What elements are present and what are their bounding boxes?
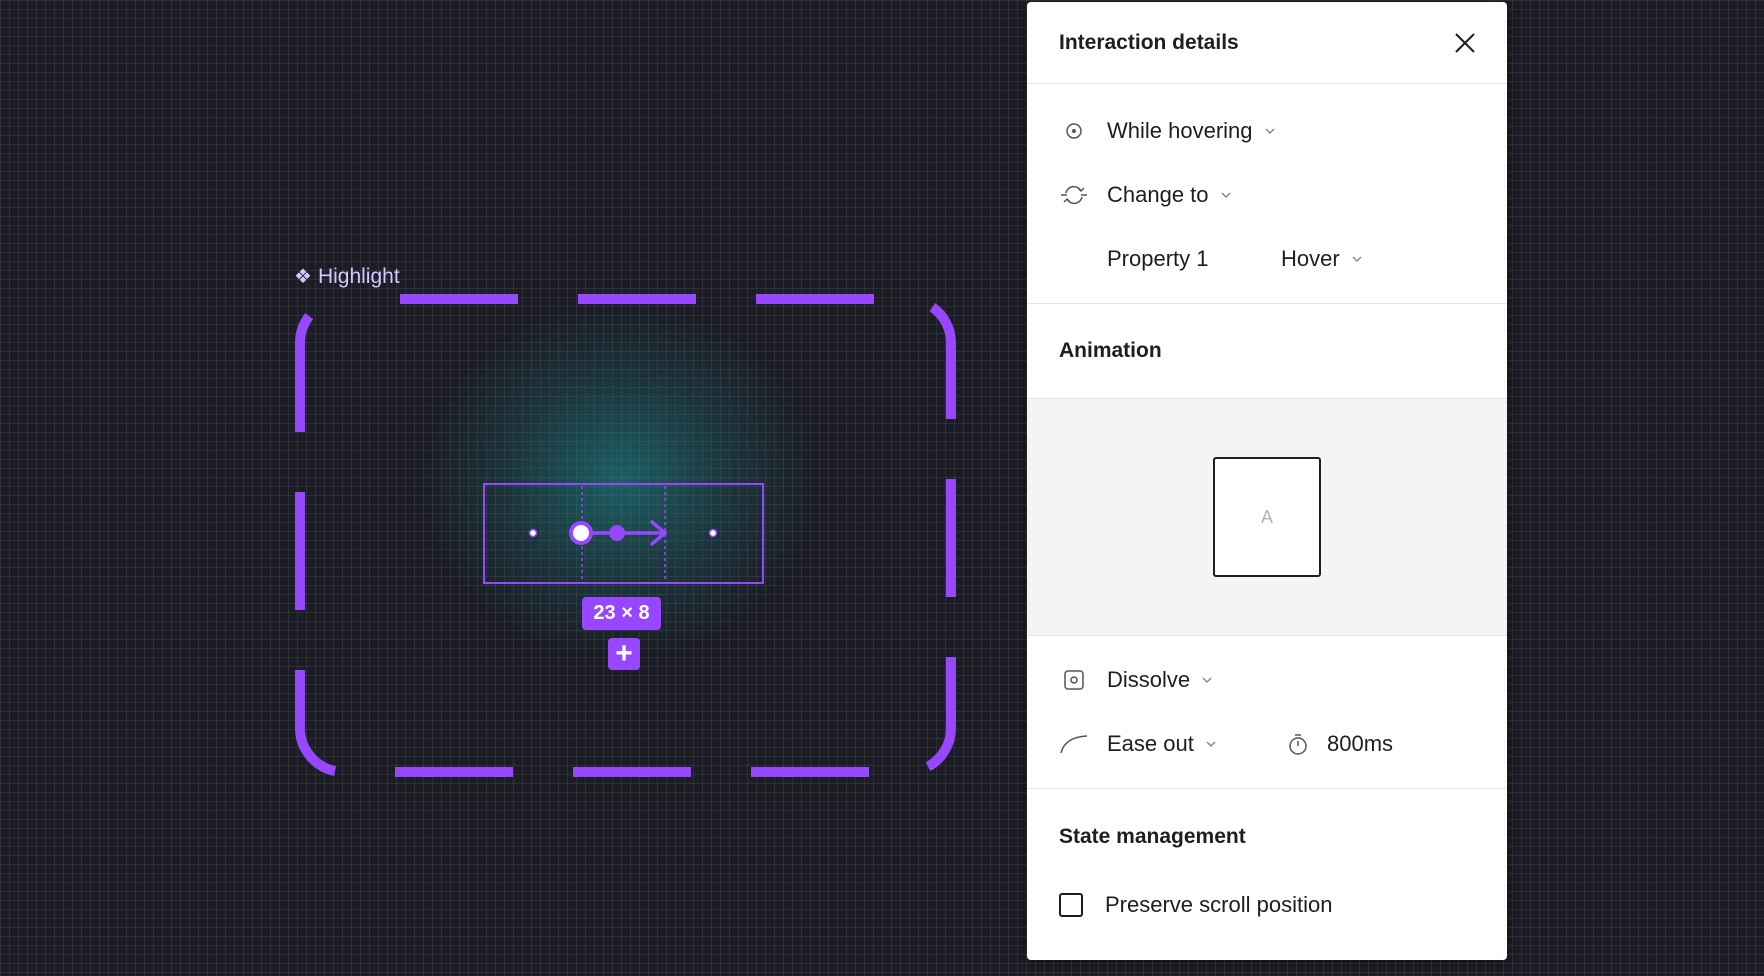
animation-type-label: Dissolve [1107, 667, 1191, 692]
property-value-dropdown[interactable]: Hover [1281, 246, 1364, 272]
interaction-details-panel: Interaction details While hovering Chang… [1027, 2, 1507, 960]
animation-section: Animation A Dissolve Ease out 800ms [1027, 304, 1507, 789]
property-row: Property 1 Hover [1027, 227, 1507, 291]
preserve-scroll-row[interactable]: Preserve scroll position [1027, 881, 1507, 929]
trigger-action-section: While hovering Change to Property 1 Hove… [1027, 84, 1507, 304]
easing-dropdown[interactable]: Ease out [1059, 729, 1283, 759]
add-interaction-button[interactable]: + [608, 638, 640, 670]
chevron-down-icon [1219, 188, 1233, 202]
animation-settings: Dissolve Ease out 800ms [1027, 636, 1507, 789]
trigger-label: While hovering [1107, 118, 1253, 143]
plus-icon: + [615, 637, 633, 670]
chevron-down-icon [1200, 673, 1214, 687]
timer-icon [1283, 729, 1313, 759]
hover-target-icon [1059, 116, 1089, 146]
panel-header: Interaction details [1027, 2, 1507, 84]
preview-label: A [1260, 506, 1273, 527]
preserve-scroll-label: Preserve scroll position [1105, 892, 1333, 917]
close-icon[interactable] [1451, 29, 1479, 57]
duration-value: 800ms [1327, 731, 1394, 756]
dissolve-icon [1059, 665, 1089, 695]
state-management-title: State management [1059, 825, 1246, 848]
chevron-down-icon [1263, 124, 1277, 138]
preserve-scroll-checkbox[interactable] [1059, 893, 1083, 917]
action-label: Change to [1107, 182, 1209, 207]
property-name: Property 1 [1107, 246, 1209, 271]
animation-type-dropdown[interactable]: Dissolve [1027, 648, 1507, 712]
chevron-down-icon [1204, 737, 1218, 751]
ease-curve-icon [1059, 729, 1089, 759]
easing-label: Ease out [1107, 731, 1194, 756]
connection-midpoint-dot [609, 525, 625, 541]
animation-preview: A [1027, 398, 1507, 636]
action-dropdown[interactable]: Change to [1027, 163, 1507, 227]
panel-title: Interaction details [1059, 30, 1239, 54]
animation-title: Animation [1059, 339, 1162, 362]
chevron-down-icon [1350, 252, 1364, 266]
easing-row: Ease out 800ms [1027, 712, 1507, 776]
trigger-dropdown[interactable]: While hovering [1027, 99, 1507, 163]
connection-start-handle[interactable] [569, 521, 593, 545]
anchor-dot-right [708, 528, 718, 538]
state-management-section: State management Preserve scroll positio… [1027, 789, 1507, 929]
preview-frame: A [1213, 457, 1321, 577]
anchor-dot-left [528, 528, 538, 538]
property-value: Hover [1281, 246, 1340, 271]
duration-field[interactable]: 800ms [1283, 729, 1393, 759]
size-badge: 23 × 8 [582, 597, 661, 630]
frame-dashed-border [295, 294, 956, 777]
change-to-icon [1059, 180, 1089, 210]
